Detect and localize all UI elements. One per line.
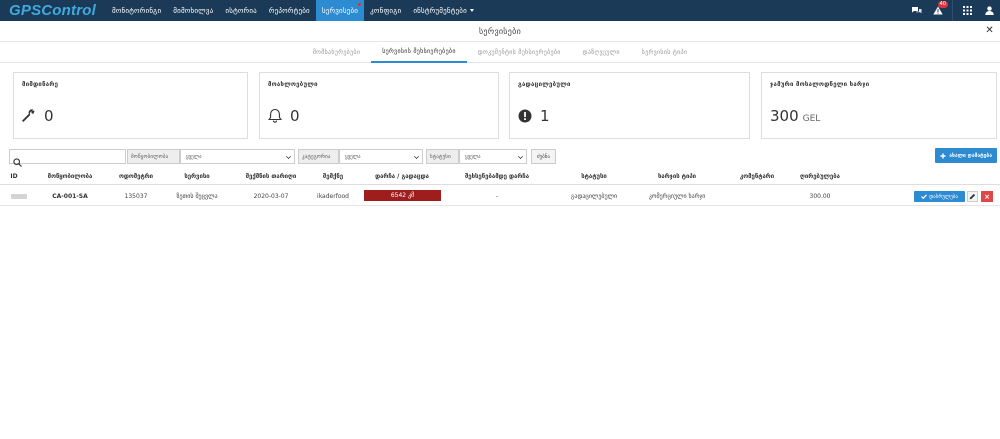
card-amount: 300 xyxy=(770,107,799,125)
nav-tools-label: ინსტრუმენტები xyxy=(413,6,467,15)
nav-services[interactable]: სერვისები xyxy=(315,0,365,21)
chevron-down-icon xyxy=(469,9,474,12)
tab-document-reminders[interactable]: დოკუმენტის მეხსიერებები xyxy=(467,42,572,63)
col-vehicle[interactable]: მოწყობილობა xyxy=(48,173,93,180)
delete-button[interactable]: × xyxy=(981,191,993,202)
finish-label: დასრულება xyxy=(929,193,958,200)
card-value: 300 GEL xyxy=(770,107,820,125)
topbar-actions: 40 xyxy=(905,0,1000,21)
nav-indicator-dot xyxy=(358,3,362,6)
plus-icon xyxy=(940,153,946,158)
chevron-down-icon xyxy=(518,154,523,159)
page-header: სერვისები ✕ xyxy=(0,21,1000,41)
cell-reminder: - xyxy=(495,193,499,200)
vehicle-filter-label: მოწყობილობა xyxy=(127,149,180,164)
currency-unit: GEL xyxy=(802,114,821,124)
category-filter-label: კატეგორია xyxy=(298,149,339,164)
cell-created-date: 2020-03-07 xyxy=(253,193,289,200)
page-title: სერვისები xyxy=(478,26,522,36)
cell-service: ზეთის შეცვლა xyxy=(176,193,218,200)
card-value: 0 xyxy=(290,107,300,125)
table-header: ID მოწყობილობა ოდომეტრი სერვისი შექმნის … xyxy=(0,166,1000,185)
nav-config[interactable]: კონფიგი xyxy=(364,0,407,21)
filter-bar: მოწყობილობა ყველა კატეგორია ყველა სტატუს… xyxy=(9,148,997,167)
nav-history[interactable]: ისტორია xyxy=(219,0,263,21)
col-creator[interactable]: შემქნე xyxy=(323,173,343,180)
card-value: 1 xyxy=(540,107,550,125)
grid-icon[interactable] xyxy=(956,0,978,21)
pencil-icon xyxy=(969,193,976,200)
add-new-button[interactable]: ახალი დამატება xyxy=(935,148,997,163)
nav-overview[interactable]: მიმოხილვა xyxy=(167,0,219,21)
col-reminder[interactable]: შეხსენებამდე დარჩა xyxy=(465,173,529,180)
nav-tools[interactable]: ინსტრუმენტები xyxy=(407,0,480,21)
cell-odometer: 135037 xyxy=(124,193,148,200)
chevron-down-icon xyxy=(286,154,291,159)
close-icon[interactable]: ✕ xyxy=(985,25,994,36)
top-navbar: GPSControl მონიტორინგი მიმოხილვა ისტორია… xyxy=(0,0,1000,21)
summary-cards: მიმდინარე 0 მოახლოებული 0 გადაცილებული 1… xyxy=(13,72,997,139)
card-current[interactable]: მიმდინარე 0 xyxy=(13,72,248,139)
col-cost[interactable]: ღირებულება xyxy=(800,173,840,180)
col-service[interactable]: სერვისი xyxy=(184,173,209,180)
delete-icon: × xyxy=(984,192,990,201)
col-status[interactable]: სტატუსი xyxy=(581,173,606,180)
col-cost-type[interactable]: ხარჯის ტიპი xyxy=(658,173,696,180)
col-remaining[interactable]: დარჩა / გადაცდა xyxy=(375,173,429,180)
main-nav: მონიტორინგი მიმოხილვა ისტორია რეპორტები … xyxy=(106,0,480,21)
col-created-date[interactable]: შექმნის თარიღი xyxy=(246,173,297,180)
col-id[interactable]: ID xyxy=(10,173,17,180)
status-select[interactable]: ყველა xyxy=(459,149,527,164)
nav-monitoring[interactable]: მონიტორინგი xyxy=(106,0,167,21)
col-comment[interactable]: კომენტარი xyxy=(740,173,774,180)
tab-services[interactable]: მომსახურებები xyxy=(302,42,372,63)
finish-button[interactable]: დასრულება xyxy=(914,191,965,202)
cell-creator: ikaderfood xyxy=(317,193,349,200)
check-icon xyxy=(921,194,928,199)
category-select[interactable]: ყველა xyxy=(339,149,423,164)
remaining-overdue-badge: 6542 კმ xyxy=(364,190,441,201)
tab-bar: მომსახურებები სერვისის მეხსიერებები დოკუ… xyxy=(0,41,1000,63)
row-id-redacted xyxy=(11,194,27,199)
category-select-value: ყველა xyxy=(345,153,361,160)
card-upcoming[interactable]: მოახლოებული 0 xyxy=(259,72,499,139)
bell-icon xyxy=(268,108,282,127)
vehicle-select-value: ყველა xyxy=(186,153,202,160)
cell-vehicle[interactable]: CA-001-SA xyxy=(52,193,88,200)
cell-cost: 300.00 xyxy=(809,193,831,200)
card-title: ჯამური მოსალოდნელი ხარჯი xyxy=(770,81,870,88)
card-title: გადაცილებული xyxy=(518,81,571,88)
cell-status: გადაცილებული xyxy=(570,193,618,200)
vehicle-select[interactable]: ყველა xyxy=(180,149,295,164)
card-title: მიმდინარე xyxy=(22,81,59,88)
chat-icon[interactable] xyxy=(905,0,927,21)
search-button[interactable]: ძებნა xyxy=(531,149,556,164)
notification-badge: 40 xyxy=(937,1,948,8)
tab-service-type[interactable]: სერვისის ტიპი xyxy=(631,42,699,63)
tab-service-reminders[interactable]: სერვისის მეხსიერებები xyxy=(371,42,467,63)
search-input[interactable] xyxy=(9,149,126,167)
exclamation-icon xyxy=(518,108,532,127)
nav-reports[interactable]: რეპორტები xyxy=(263,0,316,21)
cell-cost-type: კომერციული ხარჯი xyxy=(648,193,706,200)
chevron-down-icon xyxy=(414,154,419,159)
wrench-icon xyxy=(22,108,36,127)
app-logo[interactable]: GPSControl xyxy=(0,2,106,19)
col-odometer[interactable]: ოდომეტრი xyxy=(119,173,153,180)
nav-services-label: სერვისები xyxy=(321,6,359,15)
card-title: მოახლოებული xyxy=(268,81,318,88)
card-total-expense[interactable]: ჯამური მოსალოდნელი ხარჯი 300 GEL xyxy=(761,72,997,139)
edit-button[interactable] xyxy=(967,191,978,202)
table-row[interactable]: CA-001-SA 135037 ზეთის შეცვლა 2020-03-07… xyxy=(0,186,1000,206)
card-overdue[interactable]: გადაცილებული 1 xyxy=(509,72,750,139)
add-new-label: ახალი დამატება xyxy=(949,152,992,159)
status-filter-label: სტატუსი xyxy=(426,149,459,164)
alert-icon[interactable]: 40 xyxy=(927,0,949,21)
status-select-value: ყველა xyxy=(465,153,481,160)
tab-insured[interactable]: დაზღვეული xyxy=(572,42,631,63)
card-value: 0 xyxy=(44,107,54,125)
user-icon[interactable] xyxy=(978,0,1000,21)
topbar-divider xyxy=(952,0,953,21)
